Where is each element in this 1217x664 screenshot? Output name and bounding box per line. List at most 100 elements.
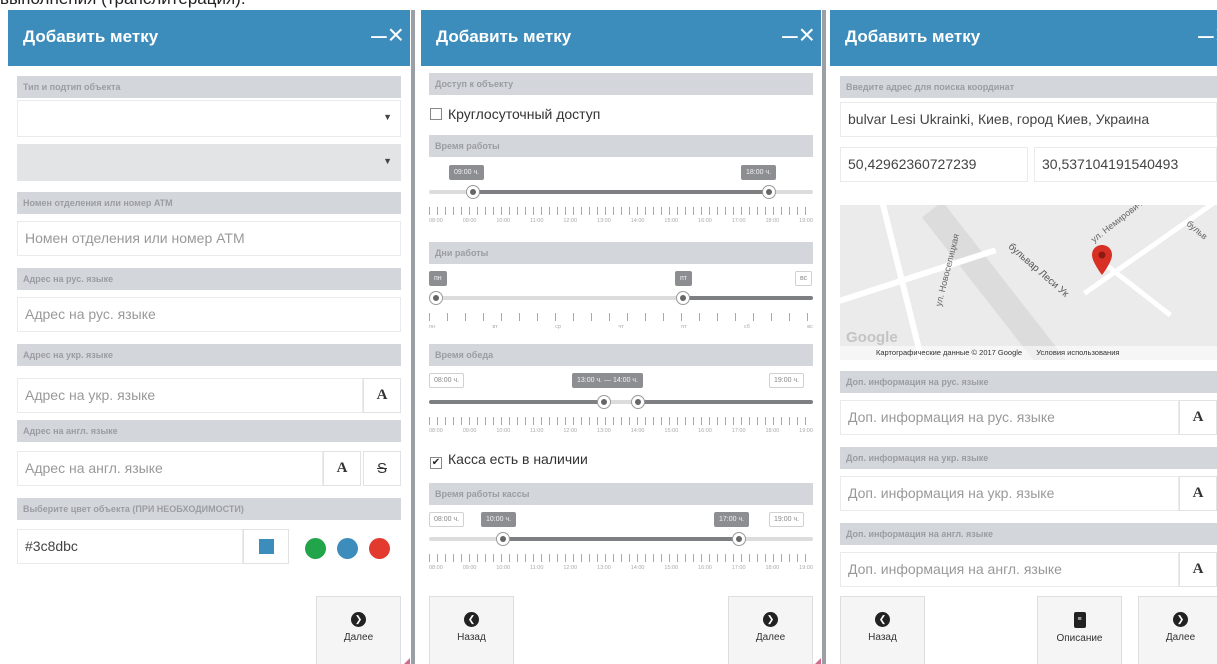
slider-range-tag: 13:00 ч. — 14:00 ч.	[572, 373, 643, 388]
close-icon[interactable]: ×	[388, 21, 404, 49]
tick-label: 17:00	[731, 565, 746, 571]
slider-handle-end[interactable]	[731, 532, 746, 546]
tick-label: 18:00	[765, 218, 780, 224]
tick-label: 08:00	[429, 428, 443, 434]
tick-label: пн	[429, 324, 436, 330]
latitude-input[interactable]: 50,42962360727239	[840, 147, 1028, 182]
panel-title: Добавить метку	[436, 27, 572, 46]
type-select[interactable]: ▼	[17, 100, 401, 137]
close-icon[interactable]: ×	[799, 21, 815, 49]
branch-input[interactable]: Номен отделения или номер ATM	[17, 221, 401, 256]
days-slider[interactable]: пн пт вс пн вт ср чт пт сб вс	[429, 266, 813, 342]
info-ru-input[interactable]: Доп. информация на рус. языке	[840, 400, 1179, 435]
next-button[interactable]: ❯ Далее	[1138, 596, 1217, 664]
days-label: Дни работы	[429, 242, 813, 264]
tick-label: 15:00	[664, 218, 679, 224]
work-time-slider[interactable]: 09:00 ч. 18:00 ч. 08:00 09:00 10:00 11:00 12…	[429, 160, 813, 230]
translit-button[interactable]: A	[1179, 400, 1217, 435]
color-option-red[interactable]	[369, 538, 390, 559]
slider-handle-end[interactable]	[630, 395, 645, 409]
translit-button[interactable]: A	[363, 378, 401, 413]
cashier-checkbox[interactable]: ✔ Касса есть в наличии	[430, 451, 588, 469]
back-button[interactable]: ❮ Назад	[840, 596, 925, 664]
longitude-input[interactable]: 30,537104191540493	[1034, 147, 1217, 182]
translit-button[interactable]: A	[1179, 552, 1217, 587]
slider-range	[436, 296, 683, 300]
slider-min-tag: 08:00 ч.	[429, 373, 465, 388]
color-option-blue[interactable]	[337, 538, 358, 559]
tick-label: 18:00	[765, 565, 780, 571]
slider-max-tag: 19:00 ч.	[769, 373, 805, 388]
map-street-label: ул. Немировича	[1089, 205, 1148, 245]
slider-handle-start[interactable]	[466, 185, 480, 199]
description-button[interactable]: ≡ Описание	[1037, 596, 1122, 664]
clear-format-button[interactable]: S	[363, 451, 401, 486]
subtype-select[interactable]: ▼	[17, 144, 401, 181]
tick-label: 13:00	[597, 428, 611, 434]
info-uk-input[interactable]: Доп. информация на укр. языке	[840, 476, 1179, 511]
address-en-input[interactable]: Адрес на англ. языке	[17, 451, 323, 486]
color-input[interactable]: #3c8dbc	[17, 529, 243, 564]
slider-handle-start[interactable]	[429, 291, 443, 305]
map-pin-icon[interactable]	[1092, 245, 1112, 275]
slider-handle-start[interactable]	[496, 532, 511, 546]
translit-button[interactable]: A	[1179, 476, 1217, 511]
slider-end-tag: пт	[675, 271, 692, 286]
minimize-icon[interactable]: –	[371, 21, 387, 49]
cashier-time-label: Время работы кассы	[429, 483, 813, 505]
color-swatch	[258, 539, 274, 555]
tick-label: 08:00	[429, 565, 443, 571]
map[interactable]: бульвар Леси Ук ул. Новоселицкая ул. Нем…	[840, 205, 1217, 360]
map-terms-link[interactable]: Условия использования	[1036, 348, 1119, 357]
next-button[interactable]: ❯ Далее	[316, 596, 401, 664]
info-en-input[interactable]: Доп. информация на англ. языке	[840, 552, 1179, 587]
next-button[interactable]: ❯ Далее	[728, 596, 813, 664]
slider-tick-labels: 08:00 09:00 10:00 11:00 12:00 13:00 14:00 15:00…	[429, 428, 813, 438]
slider-start-tag: 09:00 ч.	[449, 165, 485, 180]
tick-label: 12:00	[563, 428, 578, 434]
arrow-right-circle-icon: ❯	[1173, 612, 1188, 627]
slider-end-tag: 18:00 ч.	[741, 165, 777, 180]
tick-label: 16:00	[698, 428, 712, 434]
translit-button[interactable]: A	[323, 451, 361, 486]
back-button[interactable]: ❮ Назад	[429, 596, 514, 664]
address-uk-input[interactable]: Адрес на укр. языке	[17, 378, 363, 413]
address-en-label: Адрес на англ. языке	[17, 420, 401, 442]
tick-label: 19:00	[799, 428, 813, 434]
resize-handle-icon[interactable]	[815, 658, 821, 664]
address-uk-label: Адрес на укр. языке	[17, 344, 401, 366]
slider-ticks	[429, 207, 813, 215]
access-label: Доступ к объекту	[429, 73, 813, 95]
color-option-green[interactable]	[305, 538, 326, 559]
document-icon: ≡	[1073, 612, 1086, 628]
tick-label: 14:00	[630, 218, 645, 224]
minimize-icon[interactable]: –	[1198, 21, 1214, 49]
panel-divider	[822, 10, 826, 664]
tick-label: 13:00	[597, 565, 611, 571]
minimize-icon[interactable]: –	[782, 21, 798, 49]
tick-label: 12:00	[563, 218, 578, 224]
address-ru-input[interactable]: Адрес на рус. языке	[17, 297, 401, 332]
arrow-right-circle-icon: ❯	[351, 612, 366, 627]
slider-max-tag: 19:00 ч.	[769, 512, 805, 527]
arrow-left-circle-icon: ❮	[464, 612, 479, 627]
lunch-slider[interactable]: 08:00 ч. 13:00 ч. — 14:00 ч. 19:00 ч. 08…	[429, 368, 813, 444]
checkbox-checked[interactable]: ✔	[430, 457, 442, 469]
slider-handle-end[interactable]	[762, 185, 776, 199]
slider-range	[473, 190, 769, 194]
address-search-input[interactable]: bulvar Lesi Ukrainki, Киев, город Киев, …	[840, 102, 1217, 137]
cashier-time-slider[interactable]: 08:00 ч. 10:00 ч. 17:00 ч. 19:00 ч. 08:0…	[429, 507, 813, 583]
tick-label: 09:00	[462, 218, 477, 224]
slider-handle-start[interactable]	[597, 395, 612, 409]
tick-label: 10:00	[496, 218, 511, 224]
round-the-clock-checkbox[interactable]: Круглосуточный доступ	[430, 106, 600, 122]
checkbox-unchecked[interactable]	[430, 108, 442, 120]
add-marker-step-1: Добавить метку –× Тип и подтип объекта ▼…	[8, 10, 410, 664]
add-marker-step-3: Добавить метку –× Введите адрес для поис…	[830, 10, 1217, 664]
tick-label: 15:00	[664, 428, 679, 434]
address-ru-label: Адрес на рус. языке	[17, 268, 401, 290]
tick-label: 14:00	[630, 565, 645, 571]
slider-handle-end[interactable]	[675, 291, 690, 305]
resize-handle-icon[interactable]	[404, 658, 410, 664]
slider-end-tag: 17:00 ч.	[714, 512, 750, 527]
